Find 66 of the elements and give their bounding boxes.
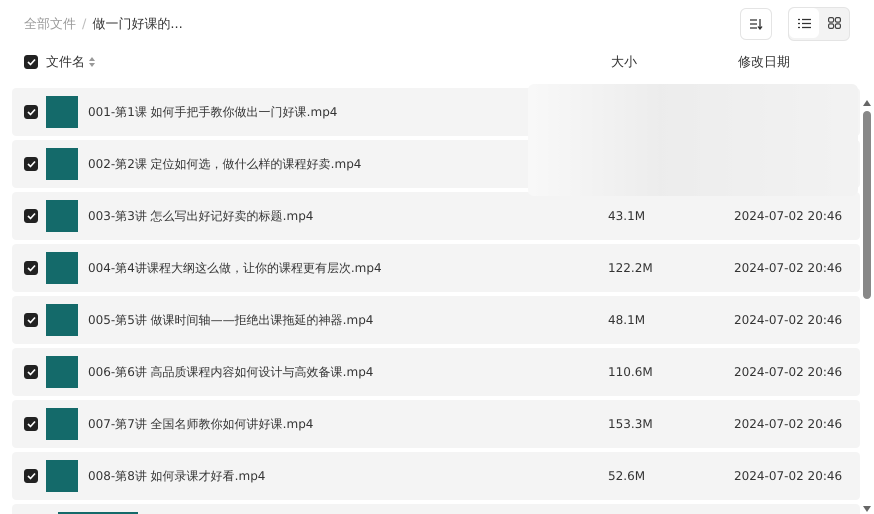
check-icon (26, 420, 36, 428)
row-checkbox[interactable] (24, 261, 38, 275)
row-checkbox[interactable] (24, 313, 38, 327)
check-icon (26, 212, 36, 220)
video-thumbnail-placeholder (46, 356, 78, 388)
file-row[interactable]: 005-第5讲 做课时间轴——拒绝出课拖延的神器.mp4 48.1M 2024-07-02 20:46 (12, 296, 860, 344)
check-icon (26, 160, 36, 168)
modified-date: 2024-07-02 20:46 (734, 365, 842, 379)
file-name: 006-第6讲 高品质课程内容如何设计与高效备课.mp4 (88, 364, 374, 380)
check-icon (26, 316, 36, 324)
modified-date: 2024-07-02 20:46 (734, 313, 842, 327)
video-thumbnail-placeholder (46, 148, 78, 180)
grid-icon (828, 17, 840, 29)
modified-date: 2024-07-02 20:46 (734, 209, 842, 223)
scrollbar-thumb[interactable] (863, 111, 871, 299)
check-icon (26, 58, 36, 66)
check-icon (26, 108, 36, 116)
file-size: 110.6M (608, 365, 653, 379)
row-checkbox[interactable] (24, 209, 38, 223)
sort-arrows-icon[interactable] (89, 57, 95, 67)
modified-date: 2024-07-02 20:46 (734, 417, 842, 431)
row-checkbox[interactable] (24, 417, 38, 431)
file-name: 003-第3讲 怎么写出好记好卖的标题.mp4 (88, 208, 314, 224)
file-name: 004-第4讲课程大纲这么做，让你的课程更有层次.mp4 (88, 260, 382, 276)
video-thumbnail-placeholder (46, 252, 78, 284)
file-name: 005-第5讲 做课时间轴——拒绝出课拖延的神器.mp4 (88, 312, 374, 328)
file-name: 002-第2课 定位如何选，做什么样的课程好卖.mp4 (88, 156, 362, 172)
row-checkbox[interactable] (24, 469, 38, 483)
breadcrumb-current: 做一门好课的... (92, 16, 183, 33)
file-name: 007-第7讲 全国名师教你如何讲好课.mp4 (88, 416, 314, 432)
file-size: 43.1M (608, 209, 646, 223)
row-checkbox[interactable] (24, 105, 38, 119)
video-thumbnail-placeholder (46, 408, 78, 440)
row-checkbox[interactable] (24, 365, 38, 379)
row-checkbox[interactable] (24, 157, 38, 171)
scroll-down-icon[interactable] (863, 506, 871, 512)
scroll-up-icon[interactable] (863, 100, 871, 106)
file-size: 122.2M (608, 261, 653, 275)
file-row[interactable]: 008-第8讲 如何录课才好看.mp4 52.6M 2024-07-02 20:46 (12, 452, 860, 500)
sort-icon (749, 18, 763, 30)
file-row[interactable]: 006-第6讲 高品质课程内容如何设计与高效备课.mp4 110.6M 2024-07-02 20:46 (12, 348, 860, 396)
file-size: 48.1M (608, 313, 646, 327)
check-icon (26, 472, 36, 480)
file-row[interactable]: 003-第3讲 怎么写出好记好卖的标题.mp4 43.1M 2024-07-02 20:46 (12, 192, 860, 240)
date-column-header: 修改日期 (738, 54, 790, 71)
video-thumbnail-placeholder (46, 304, 78, 336)
check-icon (26, 368, 36, 376)
check-icon (26, 264, 36, 272)
modified-date: 2024-07-02 20:46 (734, 469, 842, 483)
list-view-button[interactable] (789, 8, 819, 38)
file-row[interactable]: 004-第4讲课程大纲这么做，让你的课程更有层次.mp4 122.2M 2024-07-02 20:46 (12, 244, 860, 292)
modified-date: 2024-07-02 20:46 (734, 261, 842, 275)
name-column-header[interactable]: 文件名 (46, 53, 85, 71)
video-thumbnail-placeholder (46, 200, 78, 232)
size-column-header: 大小 (611, 54, 637, 71)
video-thumbnail-placeholder (46, 96, 78, 128)
file-row[interactable]: 007-第7讲 全国名师教你如何讲好课.mp4 153.3M 2024-07-02 20:46 (12, 400, 860, 448)
sort-button[interactable] (740, 8, 772, 40)
select-all-checkbox[interactable] (24, 55, 38, 69)
breadcrumb-separator: / (82, 16, 86, 32)
file-name: 001-第1课 如何手把手教你做出一门好课.mp4 (88, 104, 338, 120)
file-size: 52.6M (608, 469, 646, 483)
file-name: 008-第8讲 如何录课才好看.mp4 (88, 468, 266, 484)
video-thumbnail-placeholder (46, 460, 78, 492)
file-size: 153.3M (608, 417, 653, 431)
list-icon (798, 18, 810, 28)
